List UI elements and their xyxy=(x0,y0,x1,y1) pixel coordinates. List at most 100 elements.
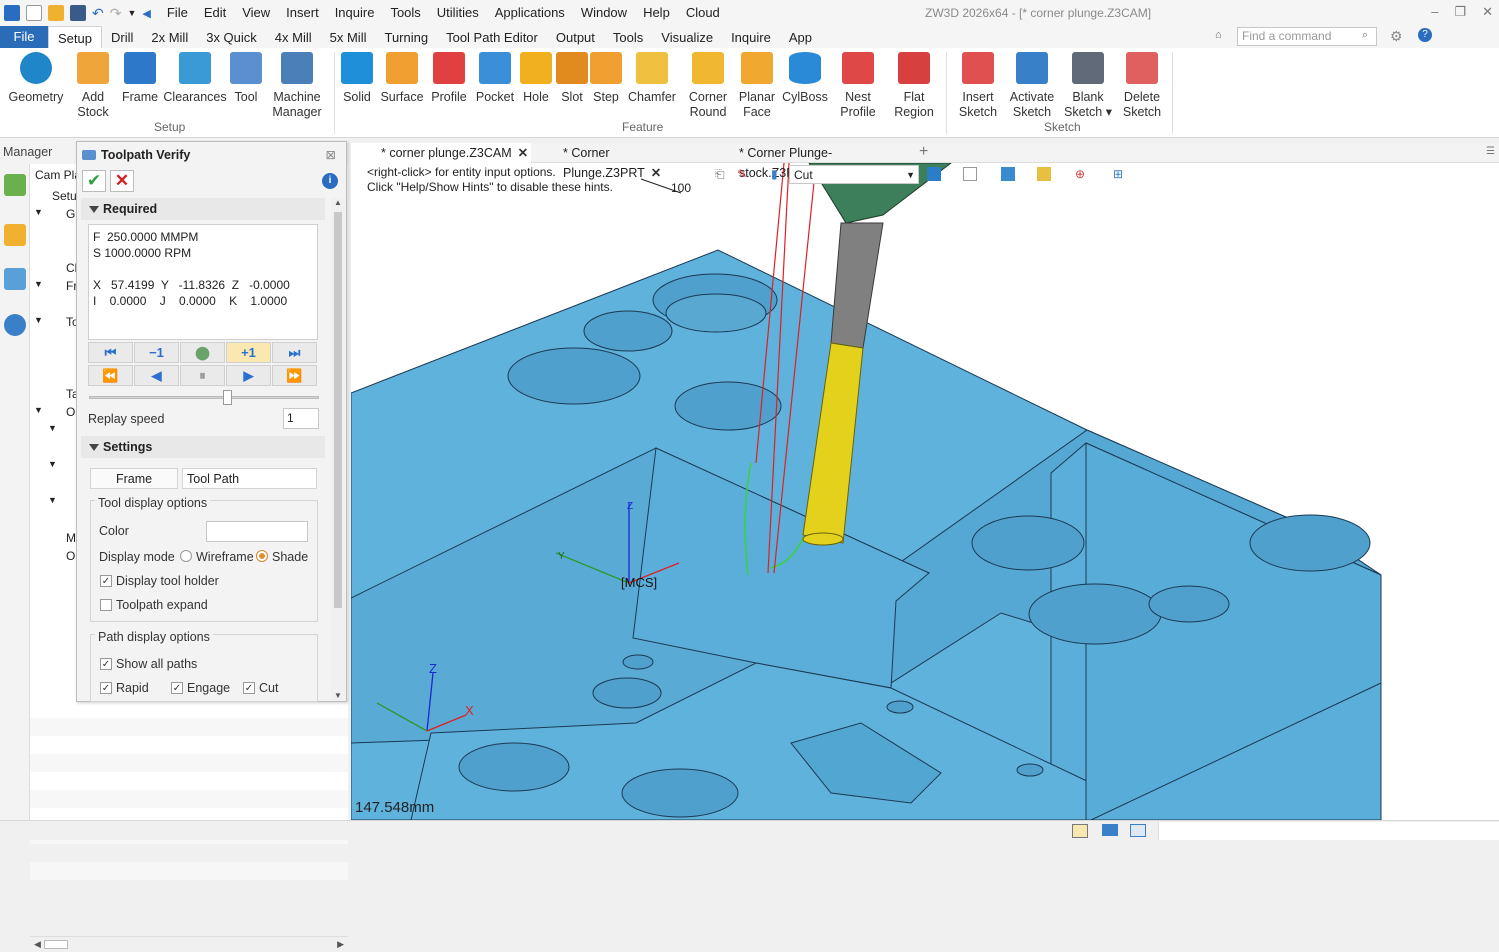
graphics-viewport[interactable]: * corner plunge.Z3CAM ✕ * Corner Plunge.Z… xyxy=(351,143,1499,820)
chevron-down-icon[interactable]: ▼ xyxy=(34,207,43,217)
tab-setup[interactable]: Setup xyxy=(48,26,102,48)
go-to-end-button[interactable]: ⏭ xyxy=(272,342,317,363)
cut-checkbox[interactable]: ✓ xyxy=(243,682,255,694)
info-button[interactable]: i xyxy=(322,173,338,189)
render-mode-icon[interactable] xyxy=(1001,167,1015,181)
save-icon[interactable] xyxy=(70,5,86,21)
color-field[interactable] xyxy=(206,521,308,542)
tab-4x-mill[interactable]: 4x Mill xyxy=(266,26,321,48)
close-icon[interactable]: ✕ xyxy=(1482,4,1493,20)
flat-region-button[interactable]: Flat Region xyxy=(892,52,936,120)
snap-icon[interactable]: ⊕ xyxy=(1075,167,1085,181)
tab-turning[interactable]: Turning xyxy=(375,26,437,48)
part-3d-view[interactable] xyxy=(351,143,1499,820)
chevron-down-icon[interactable]: ▼ xyxy=(48,423,57,433)
tab-5x-mill[interactable]: 5x Mill xyxy=(321,26,376,48)
settings-gear-icon[interactable]: ⚙ xyxy=(1390,28,1403,45)
nest-profile-button[interactable]: Nest Profile xyxy=(836,52,880,120)
tab-tool-path-editor[interactable]: Tool Path Editor xyxy=(437,26,547,48)
scroll-up-icon[interactable]: ▲ xyxy=(334,198,342,207)
filter-dropdown[interactable]: Cut ▼ xyxy=(789,165,919,184)
profile-button[interactable]: Profile xyxy=(430,52,468,105)
doc-tab-corner-plunge-prt[interactable]: * Corner Plunge.Z3PRT ✕ xyxy=(533,143,705,180)
chart-icon[interactable]: ▮ xyxy=(771,167,778,181)
redo-icon[interactable]: ↷ xyxy=(110,5,122,22)
layout-icon[interactable]: ⊞ xyxy=(1113,167,1123,181)
chamfer-button[interactable]: Chamfer xyxy=(628,52,676,105)
cancel-button[interactable]: ✕ xyxy=(110,170,134,192)
add-stock-button[interactable]: Add Stock xyxy=(72,52,114,120)
history-icon[interactable] xyxy=(4,224,26,246)
menu-file[interactable]: File xyxy=(159,0,196,26)
scroll-thumb[interactable] xyxy=(44,940,68,949)
wireframe-radio[interactable] xyxy=(180,550,192,562)
engage-checkbox[interactable]: ✓ xyxy=(171,682,183,694)
fast-forward-button[interactable]: ⏩ xyxy=(272,365,317,386)
restore-icon[interactable]: ❐ xyxy=(1454,4,1466,20)
solid-button[interactable]: Solid xyxy=(340,52,374,105)
menu-inquire[interactable]: Inquire xyxy=(327,0,383,26)
wireframe-view-icon[interactable] xyxy=(963,167,977,181)
menu-view[interactable]: View xyxy=(234,0,278,26)
close-tab-icon[interactable]: ✕ xyxy=(518,146,528,160)
display-settings-icon[interactable] xyxy=(1037,167,1051,181)
clearances-button[interactable]: Clearances xyxy=(163,52,227,105)
frame-button[interactable]: Frame xyxy=(120,52,160,105)
tab-file[interactable]: File xyxy=(0,26,48,48)
cylboss-button[interactable]: CylBoss xyxy=(782,52,828,105)
play-reverse-button[interactable]: ◀ xyxy=(134,365,179,386)
tree-item-setup[interactable]: Setu xyxy=(52,189,77,207)
section-required[interactable]: Required xyxy=(81,198,325,220)
tool-button[interactable]: Tool xyxy=(228,52,264,105)
cam-plan-icon[interactable] xyxy=(4,174,26,196)
slot-button[interactable]: Slot xyxy=(556,52,588,105)
customize-dropdown-icon[interactable]: ▼ xyxy=(127,8,136,18)
tab-visualize[interactable]: Visualize xyxy=(652,26,722,48)
layout-view-icon[interactable] xyxy=(1072,824,1088,838)
tree-item-operations[interactable]: O xyxy=(66,405,75,423)
pause-button[interactable]: ⏸ xyxy=(180,365,225,386)
tab-3x-quick[interactable]: 3x Quick xyxy=(197,26,266,48)
tab-2x-mill[interactable]: 2x Mill xyxy=(142,26,197,48)
menu-window[interactable]: Window xyxy=(573,0,635,26)
chevron-down-icon[interactable]: ▼ xyxy=(34,279,43,289)
menu-edit[interactable]: Edit xyxy=(196,0,234,26)
command-search-input[interactable]: Find a command xyxy=(1237,27,1377,46)
ok-button[interactable]: ✔ xyxy=(82,170,106,192)
monitor-icon[interactable] xyxy=(1102,824,1118,836)
chevron-down-icon[interactable]: ▼ xyxy=(48,495,57,505)
step-back-button[interactable]: −1 xyxy=(134,342,179,363)
help-icon[interactable]: ? xyxy=(1418,28,1432,42)
scroll-right-icon[interactable]: ▶ xyxy=(337,939,344,950)
shaded-view-icon[interactable] xyxy=(927,167,941,181)
tab-output[interactable]: Output xyxy=(547,26,604,48)
undo-icon[interactable]: ↶ xyxy=(92,5,104,22)
step-button[interactable]: Step xyxy=(590,52,622,105)
menu-help[interactable]: Help xyxy=(635,0,678,26)
speed-slider-track[interactable] xyxy=(89,396,319,399)
chevron-down-icon[interactable]: ▼ xyxy=(34,405,43,415)
chevron-down-icon[interactable]: ▼ xyxy=(34,315,43,325)
corner-round-button[interactable]: Corner Round xyxy=(686,52,730,120)
pocket-button[interactable]: Pocket xyxy=(474,52,516,105)
dialog-close-icon[interactable]: ⊠ xyxy=(326,142,336,168)
tree-item-cam-plan[interactable]: Cam Pla xyxy=(35,168,81,186)
frame-field[interactable]: Tool Path xyxy=(182,468,317,489)
ribbon-collapse-icon[interactable]: ⌂ xyxy=(1215,29,1222,41)
scroll-thumb[interactable] xyxy=(334,212,342,608)
user-icon[interactable] xyxy=(4,314,26,336)
search-icon[interactable]: ⌕ xyxy=(1362,29,1368,42)
menu-cloud[interactable]: Cloud xyxy=(678,0,728,26)
speed-slider-thumb[interactable] xyxy=(223,390,232,405)
activate-sketch-button[interactable]: Activate Sketch xyxy=(1008,52,1056,120)
replay-speed-spinner[interactable]: 1 xyxy=(283,408,319,429)
tree-item-geometry[interactable]: G xyxy=(66,207,75,225)
step-forward-button[interactable]: +1 xyxy=(226,342,271,363)
assembly-icon[interactable] xyxy=(4,268,26,290)
add-tab-icon[interactable]: + xyxy=(919,143,928,161)
pen-icon[interactable]: ✎ xyxy=(737,167,747,181)
menu-applications[interactable]: Applications xyxy=(487,0,573,26)
section-settings[interactable]: Settings xyxy=(81,436,325,458)
back-icon[interactable]: ◀ xyxy=(142,7,150,20)
tab-app[interactable]: App xyxy=(780,26,821,48)
